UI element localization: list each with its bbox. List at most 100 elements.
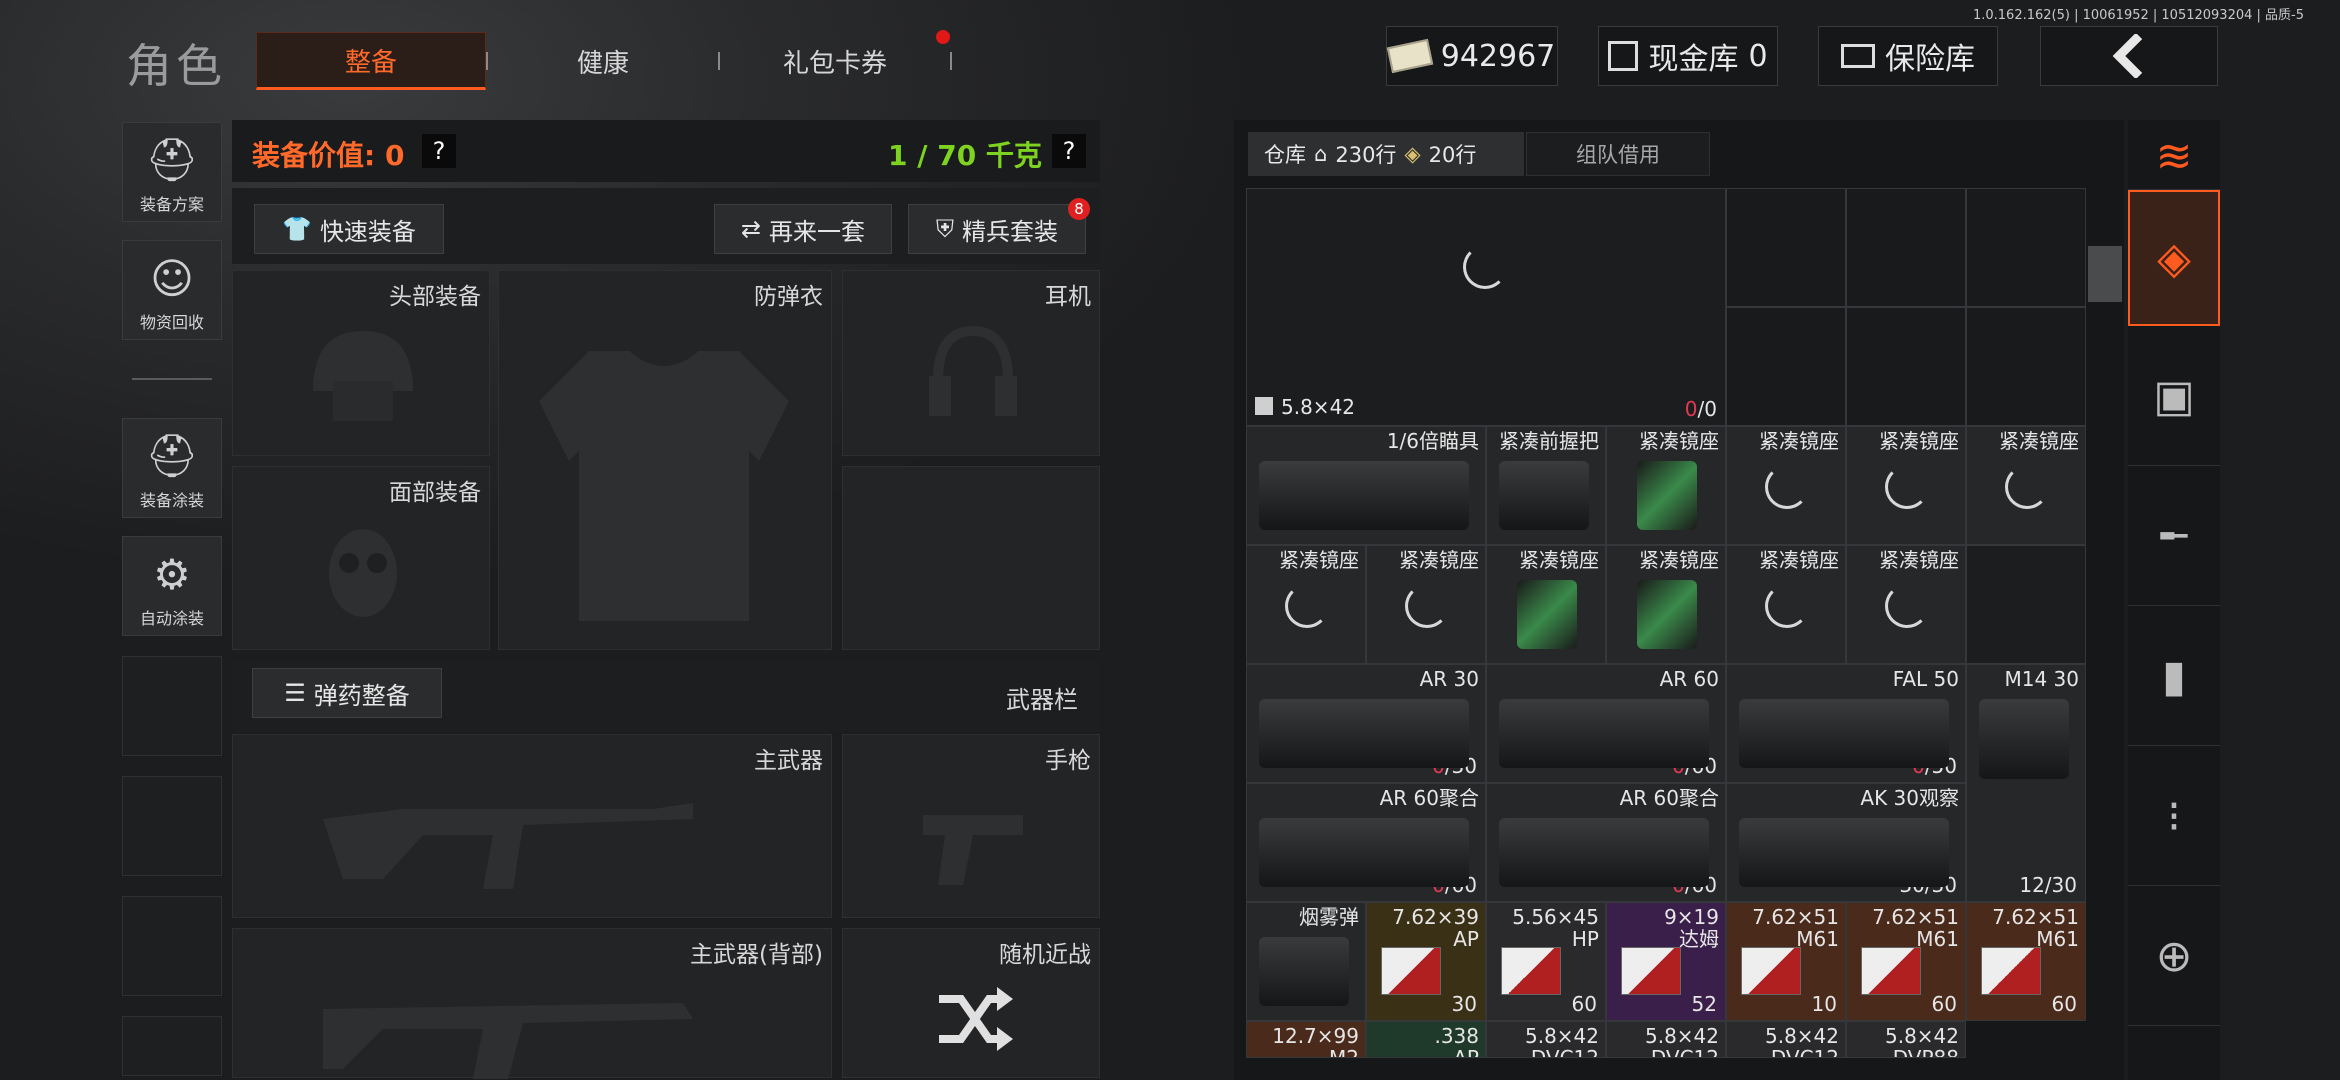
version-text: 1.0.162.162(5) | 10061952 | 10512093204 … bbox=[1972, 8, 2304, 23]
inventory-item[interactable]: 烟雾弹 bbox=[1246, 902, 1366, 1021]
inventory-item[interactable]: AR 60聚合0/60 bbox=[1486, 783, 1726, 902]
inventory-item[interactable]: 5.56×45 HP 60 bbox=[1486, 902, 1606, 1021]
item-label: 1/6倍瞄具 bbox=[1386, 429, 1479, 453]
side-recycle[interactable]: ☺ 物资回收 bbox=[122, 240, 222, 340]
inventory-item[interactable]: 紧凑镜座 bbox=[1606, 426, 1726, 545]
inventory-item[interactable]: 5.8×42 DVC12 bbox=[1606, 1021, 1726, 1058]
item-count: 60 bbox=[1931, 992, 1957, 1016]
scope-icon[interactable]: ⊕ bbox=[2128, 888, 2220, 1026]
inventory-item[interactable]: 紧凑镜座 bbox=[1846, 545, 1966, 664]
inventory-item[interactable]: 7.62×39 AP 30 bbox=[1366, 902, 1486, 1021]
ammo-box-icon bbox=[1621, 947, 1681, 995]
tab-health[interactable]: 健康 bbox=[490, 32, 716, 90]
empty-grid-cell[interactable] bbox=[1846, 188, 1966, 307]
inventory-item[interactable]: 5.8×42 DVP88 bbox=[1846, 1021, 1966, 1058]
inventory-item[interactable]: 紧凑镜座 bbox=[1726, 545, 1846, 664]
rifle-icon[interactable]: ╾ bbox=[2128, 468, 2220, 606]
cash-vault-button[interactable]: 现金库 0 bbox=[1598, 26, 1778, 86]
inventory-item[interactable]: 5.8×42 DVC12 bbox=[1726, 1021, 1846, 1058]
inventory-item[interactable]: 紧凑镜座 bbox=[1246, 545, 1366, 664]
shield-icon: ⛨ bbox=[936, 215, 954, 243]
inventory-item[interactable]: 紧凑前握把 bbox=[1486, 426, 1606, 545]
side-paint[interactable]: ⛑ 装备涂装 bbox=[122, 418, 222, 518]
side-recycle-label: 物资回收 bbox=[139, 313, 204, 332]
inventory-item[interactable]: 7.62×51 M61 60 bbox=[1846, 902, 1966, 1021]
inventory-item[interactable]: 紧凑镜座 bbox=[1846, 426, 1966, 545]
team-borrow-tab[interactable]: 组队借用 bbox=[1526, 132, 1710, 176]
reroll-button[interactable]: ⇄ 再来一套 bbox=[714, 204, 892, 254]
warehouse-tab[interactable]: 仓库 ⌂ 230行 ◈ 20行 bbox=[1248, 132, 1524, 176]
head-gear-slot[interactable]: 头部装备 bbox=[232, 270, 490, 456]
inventory-item[interactable]: AR 60聚合0/60 bbox=[1246, 783, 1486, 902]
earphone-slot[interactable]: 耳机 bbox=[842, 270, 1100, 456]
inventory-item[interactable]: 紧凑镜座 bbox=[1966, 426, 2086, 545]
inventory-item[interactable]: 1/6倍瞄具 bbox=[1246, 426, 1486, 545]
weight-help-button[interactable]: ? bbox=[1052, 134, 1086, 168]
empty-grid-cell[interactable] bbox=[1966, 188, 2086, 307]
inventory-item[interactable]: AR 300/30 bbox=[1246, 664, 1486, 783]
cash-vault-value: 0 bbox=[1748, 38, 1768, 74]
warehouse-scrollbar[interactable] bbox=[2088, 246, 2122, 302]
loading-spinner-icon bbox=[1765, 584, 1809, 628]
primary-back-slot[interactable]: 主武器(背部) bbox=[232, 928, 832, 1079]
item-image-icon bbox=[1739, 818, 1949, 887]
notification-dot bbox=[936, 30, 950, 44]
inventory-item[interactable]: 紧凑镜座 bbox=[1606, 545, 1726, 664]
empty-grid-cell[interactable] bbox=[1726, 307, 1846, 426]
inventory-item[interactable]: 7.62×51 M61 10 bbox=[1726, 902, 1846, 1021]
quick-equip-button[interactable]: 👕 快速装备 bbox=[254, 204, 444, 254]
inventory-item[interactable]: 紧凑镜座 bbox=[1366, 545, 1486, 664]
elite-kit-label: 精兵套装 bbox=[962, 217, 1058, 246]
inventory-item[interactable]: 0/0 5.8×42 bbox=[1246, 188, 1726, 426]
item-count: 0/0 bbox=[1685, 397, 1717, 421]
banknote-icon bbox=[1386, 38, 1433, 74]
face-gear-slot[interactable]: 面部装备 bbox=[232, 466, 490, 650]
rifle-icon bbox=[323, 803, 693, 889]
empty-grid-cell[interactable] bbox=[1966, 307, 2086, 426]
tab-equip[interactable]: 整备 bbox=[256, 32, 486, 90]
bullets-icon[interactable]: ⁝ bbox=[2128, 748, 2220, 886]
empty-grid-cell[interactable] bbox=[1966, 545, 2086, 664]
empty-grid-cell[interactable] bbox=[1726, 188, 1846, 307]
inventory-item[interactable]: AR 600/60 bbox=[1486, 664, 1726, 783]
item-count: 10 bbox=[1811, 992, 1837, 1016]
side-equip-plan[interactable]: ⛑ 装备方案 bbox=[122, 122, 222, 222]
item-label: 5.8×42 DVC12 bbox=[1644, 1024, 1719, 1058]
armor-vest-icon[interactable]: ▣ bbox=[2128, 328, 2220, 466]
reroll-label: 再来一套 bbox=[769, 217, 866, 246]
inventory-item[interactable]: M14 30 12/30 bbox=[1966, 664, 2086, 902]
item-count-current: 0 bbox=[1684, 397, 1698, 421]
inventory-item[interactable]: 紧凑镜座 bbox=[1726, 426, 1846, 545]
inventory-item[interactable]: FAL 500/50 bbox=[1726, 664, 1966, 783]
item-caliber: 5.8×42 bbox=[1281, 395, 1356, 419]
quick-equip-label: 快速装备 bbox=[319, 217, 416, 246]
melee-slot[interactable]: 随机近战 bbox=[842, 928, 1100, 1078]
inventory-item[interactable]: 9×19 达姆 52 bbox=[1606, 902, 1726, 1021]
tab-gift-coupons[interactable]: 礼包卡券 bbox=[722, 32, 948, 90]
item-label: 紧凑镜座 bbox=[1759, 429, 1839, 453]
elite-kit-button[interactable]: ⛨ 精兵套装 bbox=[908, 204, 1086, 254]
gear-value-help-button[interactable]: ? bbox=[422, 134, 456, 168]
tab-divider bbox=[950, 52, 952, 70]
stack-refresh-icon[interactable]: ≋ bbox=[2128, 124, 2220, 190]
inventory-item[interactable]: 5.8×42 DVC12 bbox=[1486, 1021, 1606, 1058]
primary-weapon-slot[interactable]: 主武器 bbox=[232, 734, 832, 918]
inventory-item[interactable]: 7.62×51 M61 60 bbox=[1966, 902, 2086, 1021]
inventory-item[interactable]: .338 AP bbox=[1366, 1021, 1486, 1058]
inventory-item[interactable]: AK 30观察30/30 bbox=[1726, 783, 1966, 902]
back-button[interactable] bbox=[2040, 26, 2218, 86]
empty-grid-cell[interactable] bbox=[1846, 307, 1966, 426]
ammo-prep-button[interactable]: ☰ 弹药整备 bbox=[252, 668, 442, 718]
item-label: 紧凑镜座 bbox=[1639, 548, 1719, 572]
pistol-slot[interactable]: 手枪 bbox=[842, 734, 1100, 918]
earphone-label: 耳机 bbox=[1045, 284, 1091, 310]
safe-box-button[interactable]: 保险库 bbox=[1818, 26, 1998, 86]
magazine-icon[interactable]: ▮ bbox=[2128, 608, 2220, 746]
item-label: 5.8×42 DVC12 bbox=[1524, 1024, 1599, 1058]
item-image-icon bbox=[1739, 699, 1949, 768]
inventory-item[interactable]: 12.7×99 M2 bbox=[1246, 1021, 1366, 1058]
inventory-item[interactable]: 紧凑镜座 bbox=[1486, 545, 1606, 664]
warehouse-layers-icon[interactable]: ◈ bbox=[2128, 190, 2220, 326]
body-armor-slot[interactable]: 防弹衣 bbox=[498, 270, 832, 650]
side-auto-paint[interactable]: ⚙ 自动涂装 bbox=[122, 536, 222, 636]
